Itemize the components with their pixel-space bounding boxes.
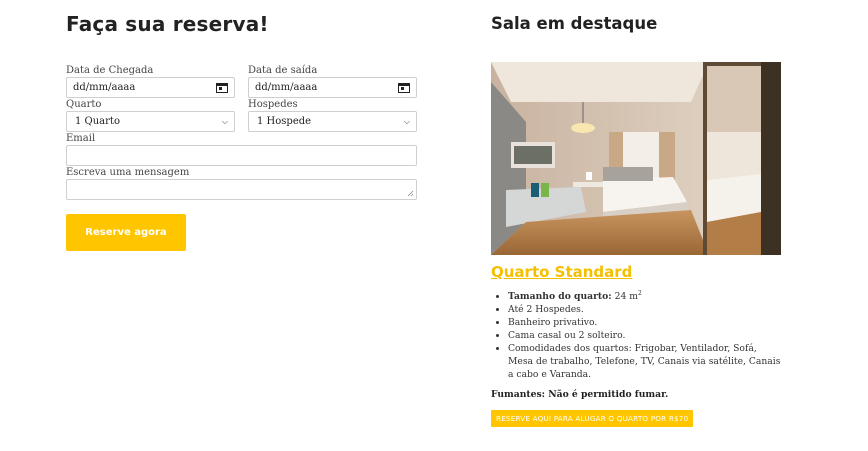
room-size-value: 24 m — [614, 291, 638, 303]
guests-select[interactable]: 1 Hospede ⌵ — [248, 111, 417, 132]
room-illustration — [491, 62, 781, 255]
room-select-value: 1 Quarto — [75, 116, 120, 127]
list-item: Comodidades dos quartos: Frigobar, Venti… — [508, 342, 781, 381]
list-item: Tamanho do quarto: 24 m2 — [508, 287, 781, 303]
room-title-link[interactable]: Quarto Standard — [491, 263, 632, 281]
smoking-note: Fumantes: Não é permitido fumar. — [491, 389, 669, 400]
message-label: Escreva uma mensagem — [66, 167, 190, 178]
guests-select-value: 1 Hospede — [257, 116, 312, 127]
room-size-label: Tamanho do quarto: — [508, 291, 612, 303]
message-textarea[interactable] — [66, 179, 417, 200]
calendar-icon[interactable] — [398, 82, 410, 93]
room-photo — [491, 62, 781, 255]
guests-label: Hospedes — [248, 99, 298, 110]
room-select[interactable]: 1 Quarto ⌵ — [66, 111, 235, 132]
list-item: Até 2 Hospedes. — [508, 303, 781, 316]
featured-title: Sala em destaque — [491, 14, 658, 33]
chevron-down-icon: ⌵ — [221, 116, 228, 126]
arrival-date-input[interactable]: dd/mm/aaaa — [66, 77, 235, 98]
email-label: Email — [66, 133, 96, 144]
resize-handle-icon[interactable] — [407, 190, 414, 197]
arrival-label: Data de Chegada — [66, 65, 154, 76]
email-field[interactable] — [66, 145, 417, 166]
rent-room-button[interactable]: RESERVE AQUI PARA ALUGAR O QUARTO POR R$… — [491, 410, 694, 427]
chevron-down-icon: ⌵ — [403, 116, 410, 126]
departure-date-input[interactable]: dd/mm/aaaa — [248, 77, 417, 98]
room-label: Quarto — [66, 99, 102, 110]
reserve-now-button[interactable]: Reserve agora — [66, 214, 186, 251]
list-item: Cama casal ou 2 solteiro. — [508, 329, 781, 342]
departure-label: Data de saída — [248, 65, 318, 76]
arrival-date-value: dd/mm/aaaa — [73, 82, 136, 93]
room-features-list: Tamanho do quarto: 24 m2 Até 2 Hospedes.… — [491, 287, 781, 381]
list-item: Banheiro privativo. — [508, 316, 781, 329]
departure-date-value: dd/mm/aaaa — [255, 82, 318, 93]
calendar-icon[interactable] — [216, 82, 228, 93]
form-title: Faça sua reserva! — [66, 12, 269, 36]
room-size-unit-sup: 2 — [637, 290, 642, 297]
